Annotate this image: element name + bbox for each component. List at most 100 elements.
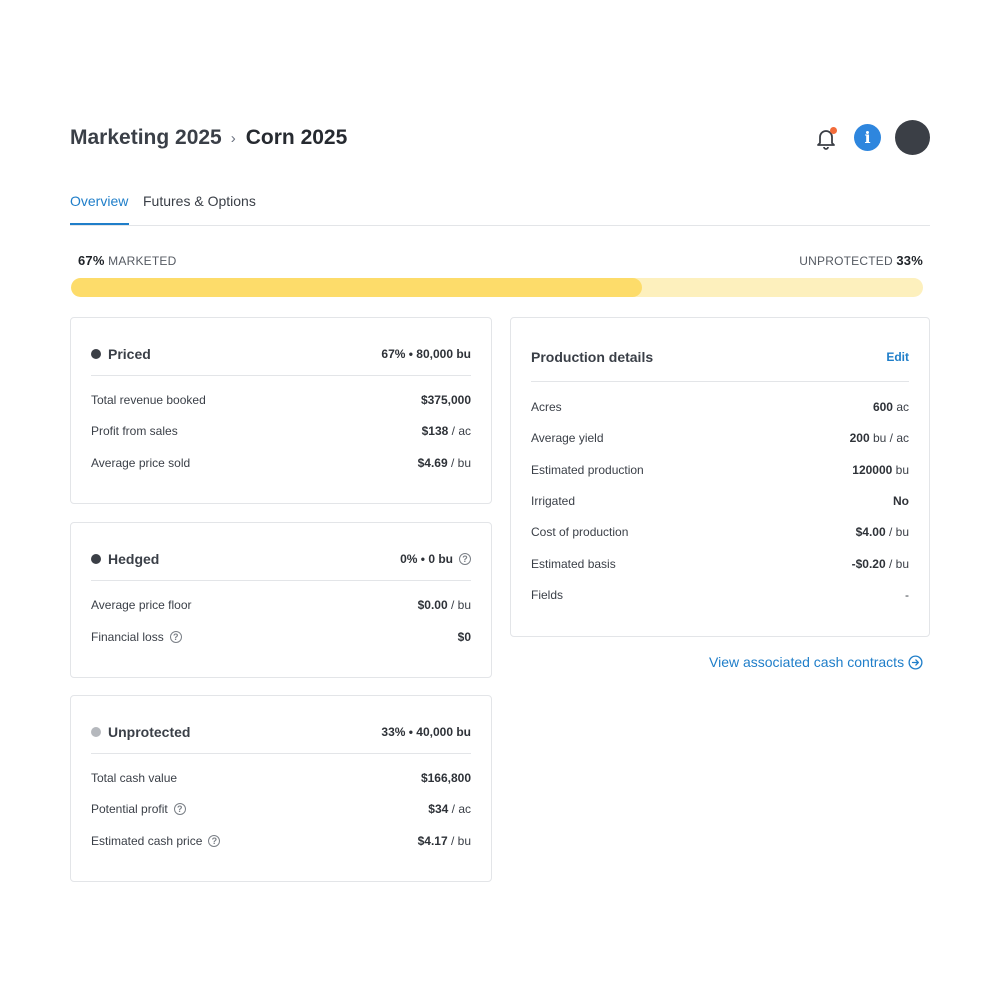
hedged-row: Average price floor $0.00 / bu xyxy=(91,598,471,616)
help-icon[interactable]: ? xyxy=(169,631,182,643)
row-value-amount: $0 xyxy=(457,630,471,644)
breadcrumb-current: Corn 2025 xyxy=(245,126,348,149)
avatar[interactable] xyxy=(895,120,930,155)
row-value-amount: 120000 xyxy=(852,463,893,477)
unprotected-card: Unprotected 33% • 40,000 bu Total cash v… xyxy=(70,695,492,882)
production-details-header: Production details Edit xyxy=(531,318,909,382)
row-label: Potential profit? xyxy=(91,802,186,816)
production-row: Fields - xyxy=(531,588,909,606)
row-label: Acres xyxy=(531,400,562,414)
row-value: -$0.20 / bu xyxy=(852,557,909,571)
row-value-unit: / bu xyxy=(447,456,471,470)
row-value-unit: / bu xyxy=(885,525,909,539)
production-row: Acres 600 ac xyxy=(531,400,909,418)
row-value-amount: $34 xyxy=(428,802,449,816)
unprotected-text: UNPROTECTED xyxy=(799,254,893,268)
breadcrumb-separator-icon: › xyxy=(230,129,236,147)
breadcrumb: Marketing 2025 › Corn 2025 xyxy=(70,126,347,150)
row-label-text: Estimated cash price xyxy=(91,834,203,848)
row-value-amount: $166,800 xyxy=(420,771,471,785)
row-value: $166,800 xyxy=(421,771,471,785)
priced-dot-icon xyxy=(91,349,101,359)
tab-futures-options[interactable]: Futures & Options xyxy=(143,193,256,225)
unprotected-row: Estimated cash price? $4.17 / bu xyxy=(91,834,471,852)
hedged-row: Financial loss? $0 xyxy=(91,630,471,648)
row-value: No xyxy=(893,494,909,508)
hedged-title: Hedged xyxy=(91,551,159,567)
row-label: Profit from sales xyxy=(91,424,178,438)
row-value: $0.00 / bu xyxy=(418,598,471,612)
notification-badge xyxy=(830,126,837,134)
row-label-text: Financial loss xyxy=(91,630,164,644)
breadcrumb-parent[interactable]: Marketing 2025 xyxy=(70,126,222,150)
row-value-amount: No xyxy=(893,494,909,508)
row-label-text: Potential profit xyxy=(91,802,168,816)
row-value-unit: / bu xyxy=(885,557,909,571)
priced-meta: 67% • 80,000 bu xyxy=(381,347,471,361)
view-cash-contracts-text: View associated cash contracts xyxy=(709,654,905,670)
row-label: Cost of production xyxy=(531,525,629,539)
help-icon[interactable]: ? xyxy=(208,835,221,847)
row-value-amount: $138 xyxy=(421,424,449,438)
row-value-unit: ac xyxy=(892,400,909,414)
bell-icon[interactable] xyxy=(814,126,838,150)
hedged-card-header: Hedged 0% • 0 bu ? xyxy=(91,523,471,581)
row-value-amount: $375,000 xyxy=(420,393,471,407)
marketing-progress-fill xyxy=(71,278,642,297)
row-value: $34 / ac xyxy=(428,802,471,816)
tab-overview[interactable]: Overview xyxy=(70,193,129,225)
row-label: Irrigated xyxy=(531,494,576,508)
row-value-amount: $4.69 xyxy=(417,456,448,470)
production-row: Estimated production 120000 bu xyxy=(531,463,909,481)
help-icon[interactable]: ? xyxy=(459,553,471,565)
row-value: $0 xyxy=(458,630,471,644)
row-value: $4.69 / bu xyxy=(418,456,471,470)
unprotected-row: Potential profit? $34 / ac xyxy=(91,802,471,820)
row-value: 600 ac xyxy=(873,400,909,414)
row-label: Total cash value xyxy=(91,771,178,785)
hedged-title-text: Hedged xyxy=(108,551,160,567)
info-icon[interactable]: i xyxy=(854,124,881,151)
row-label: Average yield xyxy=(531,431,604,445)
marketed-text: MARKETED xyxy=(108,254,177,268)
row-value: $138 / ac xyxy=(422,424,471,438)
row-value-unit: bu xyxy=(892,463,909,477)
row-label: Total revenue booked xyxy=(91,393,206,407)
row-value-amount: - xyxy=(905,588,909,602)
arrow-right-circle-icon xyxy=(908,654,923,670)
row-label: Fields xyxy=(531,588,564,602)
priced-card: Priced 67% • 80,000 bu Total revenue boo… xyxy=(70,317,492,504)
row-value-amount: $4.17 xyxy=(417,834,448,848)
edit-production-button[interactable]: Edit xyxy=(886,350,909,364)
row-label: Financial loss? xyxy=(91,630,182,644)
row-value-unit: bu / ac xyxy=(869,431,909,445)
help-icon[interactable]: ? xyxy=(173,803,186,815)
row-value: $4.00 / bu xyxy=(856,525,909,539)
tab-bar: Overview Futures & Options xyxy=(70,188,930,226)
production-row: Irrigated No xyxy=(531,494,909,512)
row-value-amount: 200 xyxy=(849,431,870,445)
row-value-amount: -$0.20 xyxy=(851,557,886,571)
unprotected-meta: 33% • 40,000 bu xyxy=(381,725,471,739)
row-value-amount: 600 xyxy=(872,400,893,414)
view-cash-contracts-link[interactable]: View associated cash contracts xyxy=(709,654,923,670)
page-header: Marketing 2025 › Corn 2025 i xyxy=(70,120,930,160)
row-label: Estimated cash price? xyxy=(91,834,221,848)
row-value: - xyxy=(905,588,909,602)
production-row: Cost of production $4.00 / bu xyxy=(531,525,909,543)
header-actions: i xyxy=(814,120,930,155)
row-label: Estimated basis xyxy=(531,557,616,571)
marketed-percent: 67% xyxy=(78,253,105,268)
marketing-progress-bar xyxy=(71,278,923,297)
hedged-card: Hedged 0% • 0 bu ? Average price floor $… xyxy=(70,522,492,678)
hedged-dot-icon xyxy=(91,554,101,564)
production-details-card: Production details Edit Acres 600 ac Ave… xyxy=(510,317,930,637)
unprotected-title-text: Unprotected xyxy=(108,724,191,740)
production-row: Average yield 200 bu / ac xyxy=(531,431,909,449)
marketed-label: 67% MARKETED xyxy=(78,253,176,268)
unprotected-dot-icon xyxy=(91,727,101,737)
row-value: 200 bu / ac xyxy=(850,431,909,445)
priced-row: Average price sold $4.69 / bu xyxy=(91,456,471,474)
row-label: Average price floor xyxy=(91,598,192,612)
unprotected-card-header: Unprotected 33% • 40,000 bu xyxy=(91,696,471,754)
